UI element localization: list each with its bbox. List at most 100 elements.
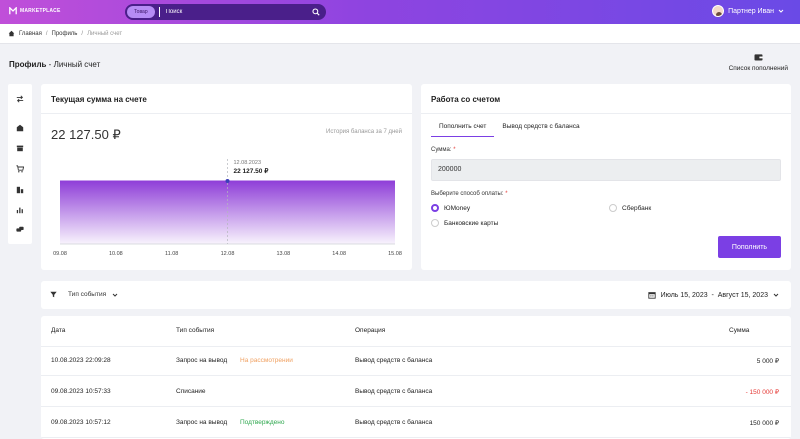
cell-date: 09.08.2023 10:57:33 (51, 388, 111, 395)
x-tick-label: 12.08 (221, 251, 235, 257)
highlight-point (225, 179, 230, 183)
buildings-icon[interactable] (15, 185, 25, 195)
radio-unselected (431, 219, 439, 227)
method-bank-cards-label: Банковские карты (444, 219, 499, 227)
cell-event-type: Запрос на вывод (176, 357, 228, 364)
column-header-date: Дата (51, 327, 66, 334)
breadcrumb-home[interactable]: Главная (19, 31, 42, 37)
refill-list-label: Список пополнений (728, 65, 788, 72)
search-category-button[interactable]: Товар (127, 6, 155, 18)
column-header-event-type: Тип события (176, 327, 215, 334)
search-icon (312, 8, 320, 16)
page-title: Профиль - Личный счет (9, 60, 100, 69)
table-row[interactable]: 09.08.2023 10:57:12 Запрос на вывод Подт… (41, 409, 791, 438)
tab-withdraw[interactable]: Вывод средств с баланса (494, 120, 587, 137)
column-header-operation: Операция (355, 327, 386, 334)
status-badge: Подтверждено (240, 419, 285, 426)
cell-event-type: Списание (176, 388, 206, 395)
marketplace-logo[interactable]: MARKETPLACE (9, 7, 61, 15)
radio-unselected (609, 204, 617, 212)
logo-icon (9, 7, 17, 15)
top-navigation-bar: MARKETPLACE Товар Партнер Иван (0, 0, 800, 24)
breadcrumb: Главная / Профиль / Личный счет (0, 24, 800, 44)
breadcrumb-current: Личный счет (87, 30, 123, 37)
table-header-row: Дата Тип события Операция Сумма (41, 316, 791, 347)
required-mark: * (505, 191, 508, 197)
date-range-picker[interactable]: Июль 15, 2023 - Август 15, 2023 (647, 291, 779, 299)
x-tick-label: 15.08 (388, 251, 402, 257)
amount-field[interactable]: 200000 (431, 159, 781, 181)
cart-icon[interactable] (15, 164, 25, 174)
chevron-down-icon (773, 293, 779, 297)
tooltip-value: 22 127.50 ₽ (234, 167, 270, 175)
breadcrumb-profile[interactable]: Профиль (52, 31, 78, 37)
x-tick-label: 13.08 (276, 251, 290, 257)
page-title-rest: - Личный счет (46, 60, 101, 69)
chevron-down-icon (112, 293, 118, 297)
table-row[interactable]: 09.08.2023 10:57:33 Списание Вывод средс… (41, 378, 791, 407)
refill-list-button[interactable]: Список пополнений (729, 53, 788, 72)
column-header-amount: Сумма (729, 327, 750, 334)
cell-operation: Вывод средств с баланса (355, 357, 433, 364)
status-badge: На рассмотрении (240, 357, 293, 364)
tooltip-date: 12.08.2023 (234, 160, 262, 166)
cell-event-type: Запрос на вывод (176, 419, 228, 426)
page-title-bold: Профиль (9, 60, 47, 69)
card-divider (421, 113, 791, 114)
method-yumoney-label: ЮMoney (444, 204, 471, 212)
method-label-text: Выберите способ оплаты: (431, 191, 504, 197)
logo-text: MARKETPLACE (20, 8, 61, 14)
amount-label: Сумма: * (431, 147, 456, 153)
event-type-filter[interactable]: Тип события (50, 291, 118, 298)
method-label: Выберите способ оплаты: * (431, 191, 508, 197)
avatar (712, 5, 725, 17)
account-card-title: Работа со счетом (431, 95, 501, 104)
side-rail (8, 84, 32, 244)
archive-icon[interactable] (15, 143, 25, 153)
breadcrumb-separator: / (45, 30, 48, 37)
cell-amount: - 150 000 ₽ (745, 389, 779, 396)
balance-chart: 09.08 10.08 11.08 12.08 13.08 14.08 15.08 12.08… (53, 159, 402, 257)
x-tick-label: 11.08 (165, 251, 178, 257)
calendar-icon (647, 292, 656, 299)
amount-label-text: Сумма: (431, 147, 452, 153)
home-icon[interactable] (8, 30, 15, 37)
filter-bar: Тип события Июль 15, 2023 - Август 15, 2… (41, 281, 791, 309)
breadcrumb-separator: / (81, 30, 84, 37)
transactions-table: Дата Тип события Операция Сумма 10.08.20… (41, 316, 791, 439)
search-input[interactable] (165, 9, 308, 15)
table-row[interactable]: 10.08.2023 22:09:28 Запрос на вывод На р… (41, 347, 791, 376)
user-menu[interactable]: Партнер Иван (712, 5, 784, 17)
store-icon[interactable] (15, 123, 25, 133)
bar-chart-icon[interactable] (15, 205, 25, 215)
event-type-label: Тип события (68, 291, 107, 298)
method-sberbank-label: Сбербанк (622, 204, 652, 212)
date-range-text: Июль 15, 2023 - Август 15, 2023 (660, 291, 768, 299)
search-bar: Товар (125, 4, 326, 20)
balance-card: Текущая сумма на счете 22 127.50 ₽ Истор… (41, 84, 412, 270)
cell-operation: Вывод средств с баланса (355, 419, 433, 426)
wallet-icon (754, 54, 763, 61)
transfer-icon[interactable] (15, 94, 25, 104)
user-name: Партнер Иван (728, 7, 774, 15)
account-tabs: Пополнить счет Вывод средств с баланса (431, 120, 588, 137)
chat-icon[interactable] (15, 225, 25, 235)
cell-amount: 150 000 ₽ (749, 420, 779, 427)
chevron-down-icon (778, 9, 784, 13)
tab-refill[interactable]: Пополнить счет (431, 120, 495, 137)
x-tick-label: 09.08 (53, 251, 67, 257)
required-mark: * (453, 147, 456, 153)
cell-operation: Вывод средств с баланса (355, 388, 433, 395)
method-bank-cards[interactable]: Банковские карты (431, 219, 498, 227)
search-divider (158, 7, 160, 17)
method-yumoney[interactable]: ЮMoney (431, 204, 470, 212)
cell-date: 10.08.2023 22:09:28 (51, 357, 111, 364)
filter-icon (50, 291, 57, 298)
cell-date: 09.08.2023 10:57:12 (51, 419, 111, 426)
refill-button[interactable]: Пополнить (718, 236, 781, 258)
x-tick-label: 10.08 (109, 251, 123, 257)
account-card: Работа со счетом Пополнить счет Вывод ср… (421, 84, 791, 270)
search-button[interactable] (308, 4, 324, 20)
cell-amount: 5 000 ₽ (756, 358, 779, 365)
method-sberbank[interactable]: Сбербанк (609, 204, 651, 212)
